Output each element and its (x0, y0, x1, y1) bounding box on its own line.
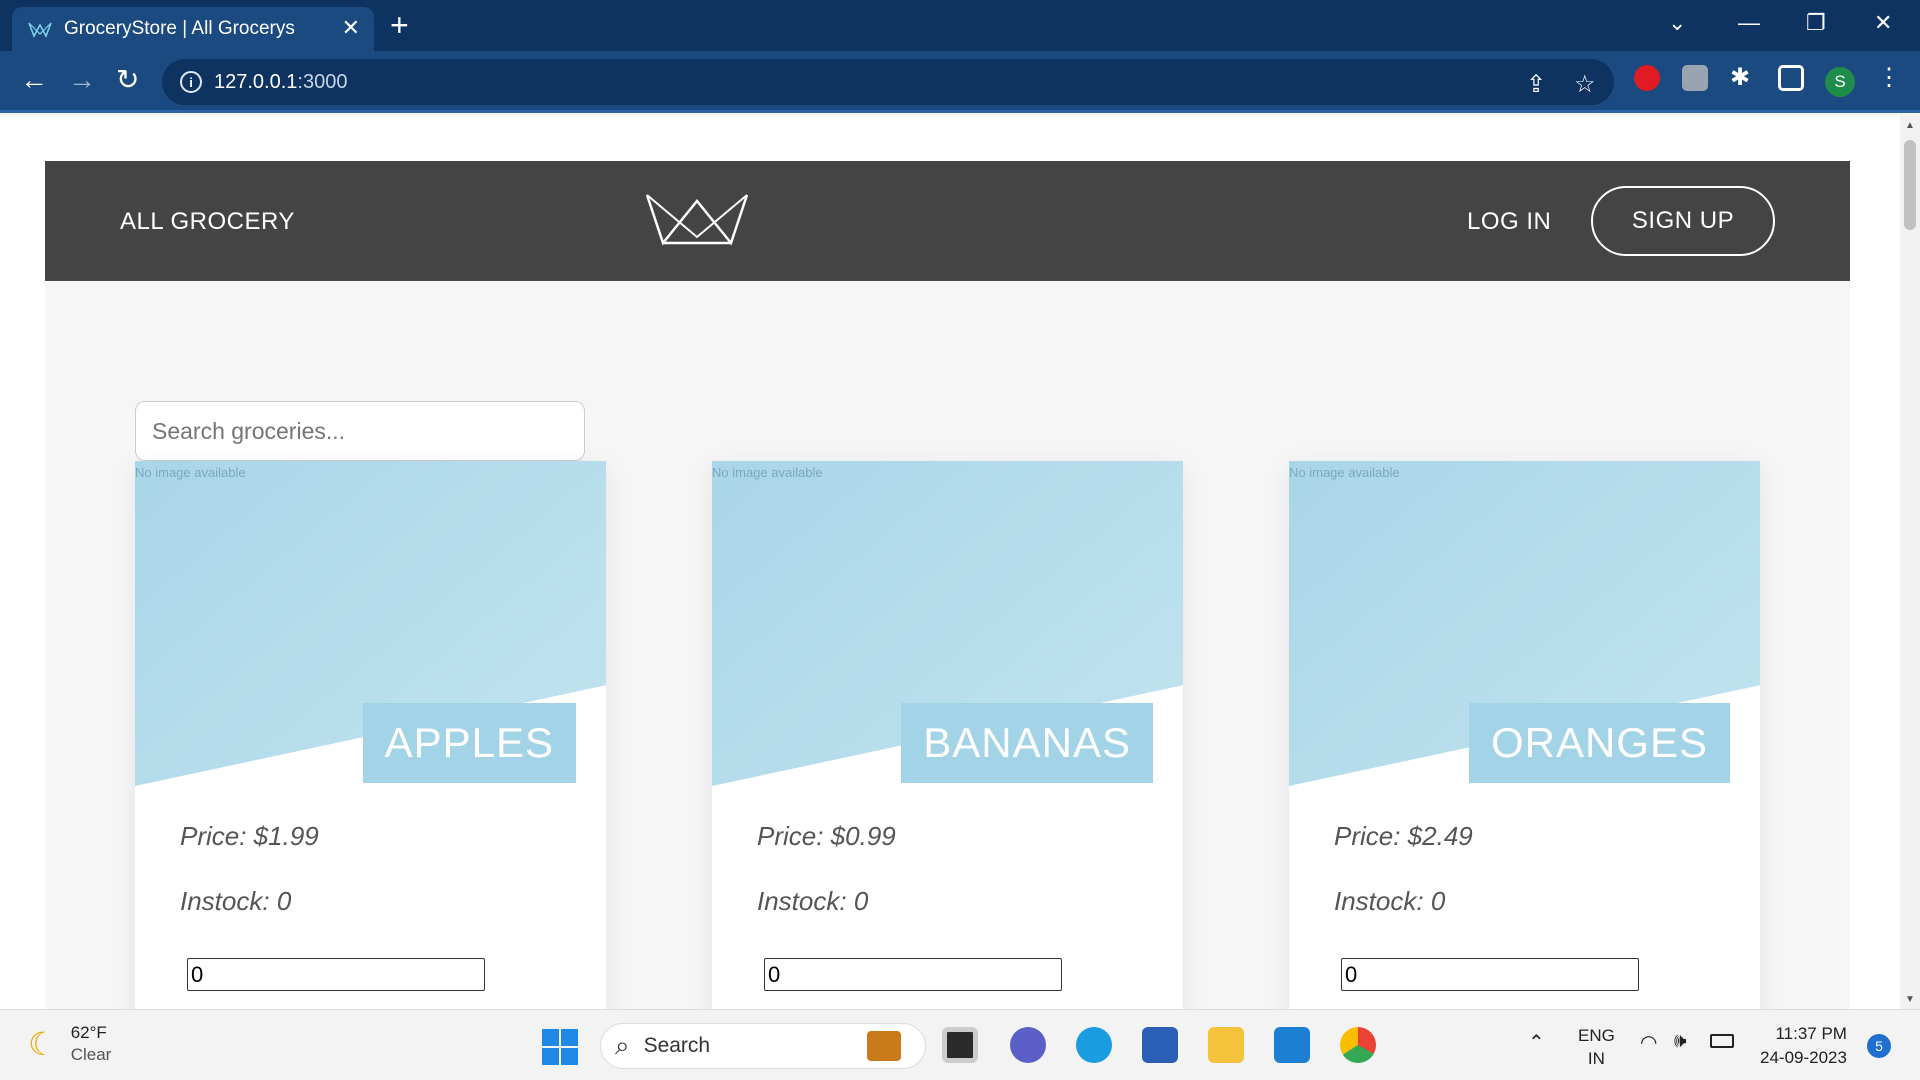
address-bar[interactable]: i 127.0.0.1:3000 ⇪ ☆ (162, 59, 1614, 105)
product-stock: Instock: 0 (180, 886, 292, 916)
bookmark-star-icon[interactable]: ☆ (1574, 70, 1596, 99)
forward-arrow-icon[interactable]: → (68, 65, 96, 95)
language-indicator[interactable]: ENG IN (1578, 1024, 1615, 1070)
product-card-oranges: No image available ORANGES Price: $2.49 … (1289, 461, 1760, 1009)
extension-icon[interactable] (1682, 65, 1708, 91)
product-card-bananas: No image available BANANAS Price: $0.99 … (712, 461, 1183, 1009)
product-stock: Instock: 0 (757, 886, 869, 916)
scrollbar-thumb[interactable] (1904, 140, 1916, 230)
chrome-icon[interactable] (1340, 1027, 1376, 1063)
edge-browser-icon[interactable] (1076, 1027, 1112, 1063)
taskbar-search[interactable]: ⌕ Search (600, 1023, 926, 1069)
back-arrow-icon[interactable]: ← (20, 65, 48, 95)
window-close-icon[interactable]: ✕ (1874, 8, 1892, 38)
tab-search-chevron-icon[interactable]: ⌄ (1668, 8, 1686, 38)
login-link[interactable]: LOG IN (1467, 208, 1551, 236)
scroll-up-arrow-icon[interactable]: ▲ (1905, 120, 1915, 131)
page-scrollbar[interactable]: ▲ ▼ (1900, 116, 1920, 1009)
all-grocery-link[interactable]: ALL GROCERY (120, 208, 295, 236)
grocery-site: ALL GROCERY LOG IN SIGN UP No image avai… (45, 161, 1850, 1009)
reload-icon[interactable]: ↻ (116, 65, 139, 95)
weather-temp: 62°F (70, 1023, 107, 1042)
product-price: Price: $0.99 (757, 821, 896, 851)
quantity-input[interactable] (764, 958, 1062, 991)
file-explorer-icon[interactable] (1208, 1027, 1244, 1063)
menu-kebab-icon[interactable]: ⋮ (1876, 65, 1902, 91)
windows-start-icon[interactable] (542, 1029, 578, 1065)
no-image-text: No image available (1289, 465, 1400, 480)
product-name: APPLES (362, 703, 576, 783)
battery-icon[interactable] (1710, 1034, 1734, 1048)
search-icon: ⌕ (615, 1030, 630, 1060)
product-name: BANANAS (901, 703, 1153, 783)
search-groceries-input[interactable] (135, 401, 585, 461)
product-price: Price: $1.99 (180, 821, 319, 851)
share-icon[interactable]: ⇪ (1526, 70, 1546, 99)
scroll-down-arrow-icon[interactable]: ▼ (1905, 994, 1915, 1005)
windows-taskbar: ☾ 62°F Clear ⌕ Search ⌃ ENG IN ◠ 🕪 11:37… (0, 1009, 1920, 1080)
page-viewport: ALL GROCERY LOG IN SIGN UP No image avai… (0, 116, 1900, 1009)
quantity-input[interactable] (187, 958, 485, 991)
no-image-text: No image available (135, 465, 246, 480)
url-host: 127.0.0.1 (214, 70, 298, 93)
briefcase-icon (867, 1031, 901, 1061)
url-port: :3000 (297, 70, 348, 93)
lang-code: ENG (1578, 1026, 1615, 1045)
product-price: Price: $2.49 (1334, 821, 1473, 851)
browser-tab[interactable]: GroceryStore | All Grocerys ✕ (12, 7, 374, 51)
clock-date: 24-09-2023 (1760, 1048, 1847, 1067)
browser-titlebar: GroceryStore | All Grocerys ✕ + ⌄ — ❐ ✕ (0, 0, 1920, 51)
signup-button[interactable]: SIGN UP (1591, 186, 1775, 256)
crown-favicon-icon (28, 22, 52, 38)
product-name: ORANGES (1468, 703, 1730, 783)
profile-avatar[interactable]: S (1825, 67, 1855, 97)
site-navbar: ALL GROCERY LOG IN SIGN UP (45, 161, 1850, 281)
tray-chevron-up-icon[interactable]: ⌃ (1528, 1030, 1545, 1055)
site-info-icon[interactable]: i (180, 71, 202, 93)
restore-icon[interactable]: ❐ (1806, 8, 1826, 38)
puzzle-extensions-icon[interactable]: ✱ (1730, 65, 1756, 91)
adblock-extension-icon[interactable] (1634, 65, 1660, 91)
taskbar-search-label: Search (643, 1034, 711, 1057)
wifi-icon[interactable]: ◠ (1640, 1030, 1657, 1055)
weather-widget[interactable]: ☾ 62°F Clear (28, 1022, 111, 1066)
product-stock: Instock: 0 (1334, 886, 1446, 916)
tab-close-icon[interactable]: ✕ (342, 17, 360, 39)
microsoft-store-icon[interactable] (1142, 1027, 1178, 1063)
crown-logo-icon[interactable] (645, 191, 749, 247)
product-card-apples: No image available APPLES Price: $1.99 I… (135, 461, 606, 1009)
teams-chat-icon[interactable] (1010, 1027, 1046, 1063)
clock-time: 11:37 PM (1775, 1024, 1847, 1043)
tab-title: GroceryStore | All Grocerys (64, 18, 295, 39)
moon-icon: ☾ (28, 1026, 57, 1062)
vscode-icon[interactable] (1274, 1027, 1310, 1063)
task-view-icon[interactable] (942, 1027, 978, 1063)
clock[interactable]: 11:37 PM 24-09-2023 (1760, 1022, 1847, 1070)
new-tab-button[interactable]: + (390, 8, 409, 42)
lang-region: IN (1587, 1049, 1605, 1068)
quantity-input[interactable] (1341, 958, 1639, 991)
notification-badge[interactable]: 5 (1867, 1034, 1891, 1058)
browser-toolbar: ← → ↻ i 127.0.0.1:3000 ⇪ ☆ ✱ ⋮ (0, 51, 1920, 113)
side-panel-icon[interactable] (1778, 65, 1804, 91)
volume-icon[interactable]: 🕪 (1674, 1030, 1687, 1053)
minimize-icon[interactable]: — (1738, 8, 1760, 38)
weather-condition: Clear (70, 1045, 112, 1064)
no-image-text: No image available (712, 465, 823, 480)
